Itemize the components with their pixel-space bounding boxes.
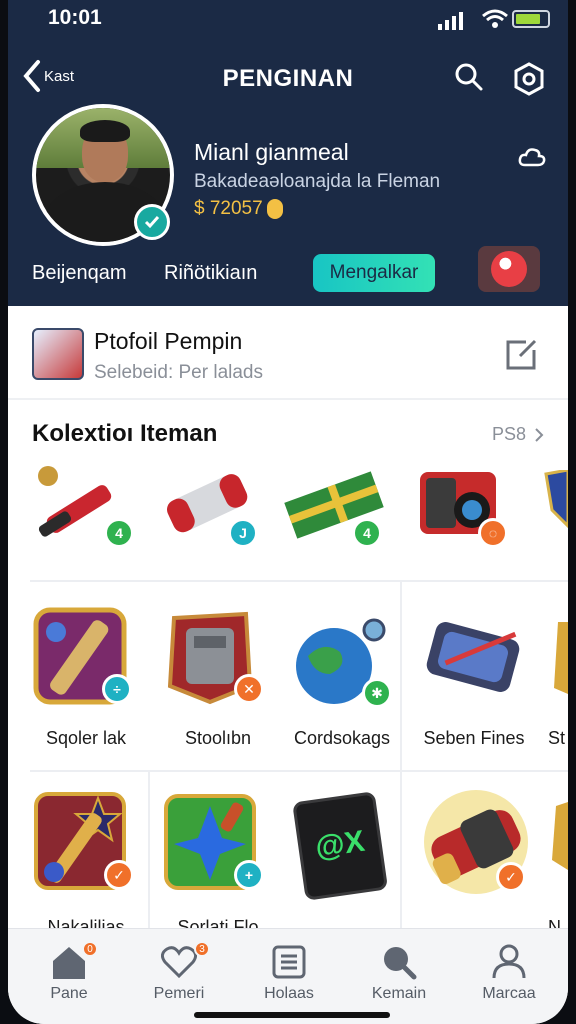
item-label: Stoolıbn (184, 728, 252, 748)
see-more-link[interactable]: PS8 (492, 424, 544, 445)
item-badge: ✱ (362, 678, 392, 708)
black-tablet-device-icon: @X (293, 792, 387, 900)
profile-row-subtitle: Selebeid: Per lalads (94, 362, 263, 383)
rocket-profile-icon (32, 328, 84, 380)
chevron-right-icon (535, 427, 544, 442)
item-badge: 4 (104, 518, 134, 548)
item-partial[interactable] (548, 800, 568, 880)
edit-icon[interactable] (502, 336, 540, 374)
profile-subtitle: Bakadeaəloanajda la Fleman (194, 171, 441, 192)
mengalkar-button[interactable]: Mengalkar (313, 254, 435, 292)
list-icon (272, 945, 306, 979)
item-badge: ÷ (102, 674, 132, 704)
item-badge: ✓ (496, 862, 526, 892)
item-label: Seben Fines (423, 728, 525, 748)
profile-row[interactable]: Ptofoil Pempin Selebeid: Per lalads (8, 306, 568, 400)
nav-search[interactable]: Kemain (354, 943, 444, 1003)
heart-icon (161, 946, 197, 978)
notification-badge: 3 (194, 941, 210, 957)
item-gold-bracer[interactable]: ✓ (418, 788, 538, 898)
item-star-wand[interactable]: ✓ (32, 788, 142, 894)
coin-icon (266, 199, 283, 219)
nav-label: Holaas (264, 985, 314, 1002)
wifi-icon (482, 9, 508, 28)
divider (400, 772, 402, 928)
app-screen: 10:01 Kast PENGINAN Mianl gianmeal Bakad… (8, 0, 568, 1024)
notification-badge: 0 (82, 941, 98, 957)
item-golden-staff[interactable]: ÷ (32, 606, 142, 706)
nav-home[interactable]: 0 Pane (24, 941, 114, 1003)
red-ball-icon (491, 251, 527, 287)
verified-badge-icon (134, 204, 170, 240)
tab-rinotikiain[interactable]: Riñötikiaın (164, 262, 257, 285)
item-badge: ✕ (234, 674, 264, 704)
nav-label: Pane (50, 985, 88, 1002)
item-badge: ◌ (478, 518, 508, 548)
divider (30, 580, 568, 582)
status-bar: 10:01 (8, 0, 568, 40)
tab-beijenqam[interactable]: Beijenqam (32, 262, 127, 285)
signal-icon (438, 12, 463, 30)
coin-balance: $ 72057 (194, 198, 283, 220)
partial-item-icon (544, 468, 568, 529)
nav-profile[interactable]: Marcaa (464, 943, 554, 1003)
item-silver-shield[interactable]: ✕ (162, 606, 272, 706)
top-nav: Kast PENGINAN (8, 56, 568, 100)
page-title: PENGINAN (222, 65, 354, 92)
nav-label: Marcaa (482, 985, 536, 1002)
divider (148, 772, 150, 928)
status-time: 10:01 (48, 6, 102, 29)
cloud-icon[interactable] (518, 146, 546, 168)
item-badge: J (228, 518, 258, 548)
battery-icon (512, 10, 550, 28)
nav-favorites[interactable]: 3 Pemeri (134, 941, 224, 1003)
settings-hexagon-icon[interactable] (512, 62, 546, 96)
item-label: Cordsokags (293, 728, 391, 748)
item-green-banner[interactable]: 4 (282, 462, 392, 554)
item-label: N (548, 917, 561, 928)
partial-item-icon (554, 622, 568, 694)
item-black-tablet[interactable]: @X (292, 790, 388, 900)
item-planet-orb[interactable]: ✱ (290, 612, 400, 712)
crossbow-device-icon (426, 622, 520, 692)
item-badge: 4 (352, 518, 382, 548)
item-badge: ✓ (104, 860, 134, 890)
item-red-scroll[interactable]: J (158, 462, 268, 554)
item-badge: + (234, 860, 264, 890)
partial-item-icon (552, 802, 568, 870)
item-label: Nakalilias (47, 917, 125, 928)
profile-name: Mianl gianmeal (194, 139, 349, 165)
person-icon (492, 944, 526, 979)
search-icon (384, 947, 417, 980)
profile-header: 10:01 Kast PENGINAN Mianl gianmeal Bakad… (8, 0, 568, 306)
divider (30, 770, 568, 772)
item-partial[interactable] (542, 468, 568, 530)
item-label: Sorlati Flo (177, 917, 259, 928)
item-red-cannon[interactable]: ◌ (408, 462, 518, 554)
item-label: St (548, 728, 566, 748)
coin-amount: $ 72057 (194, 198, 263, 219)
item-blue-crystal[interactable]: + (162, 788, 272, 894)
item-crossbow[interactable] (418, 612, 538, 712)
item-partial[interactable] (548, 618, 568, 698)
nav-label: Kemain (371, 985, 427, 1002)
home-indicator[interactable] (194, 1012, 390, 1018)
nav-list[interactable]: Holaas (244, 943, 334, 1003)
profile-row-title: Ptofoil Pempin (94, 328, 243, 354)
svg-text:@X: @X (313, 825, 366, 865)
bottom-nav: 0 Pane 3 Pemeri Holaas Kemain Marcaa (8, 928, 568, 1024)
collection-heading: Kolextioı Iteman (32, 420, 218, 447)
search-icon[interactable] (454, 62, 484, 92)
profile-tabs: Beijenqam Riñötikiaın Mengalkar (8, 246, 568, 296)
item-red-rocket[interactable]: 4 (34, 462, 144, 554)
item-label: Sqoler lak (45, 728, 127, 748)
nav-label: Pemeri (153, 985, 205, 1002)
ball-button[interactable] (478, 246, 540, 292)
